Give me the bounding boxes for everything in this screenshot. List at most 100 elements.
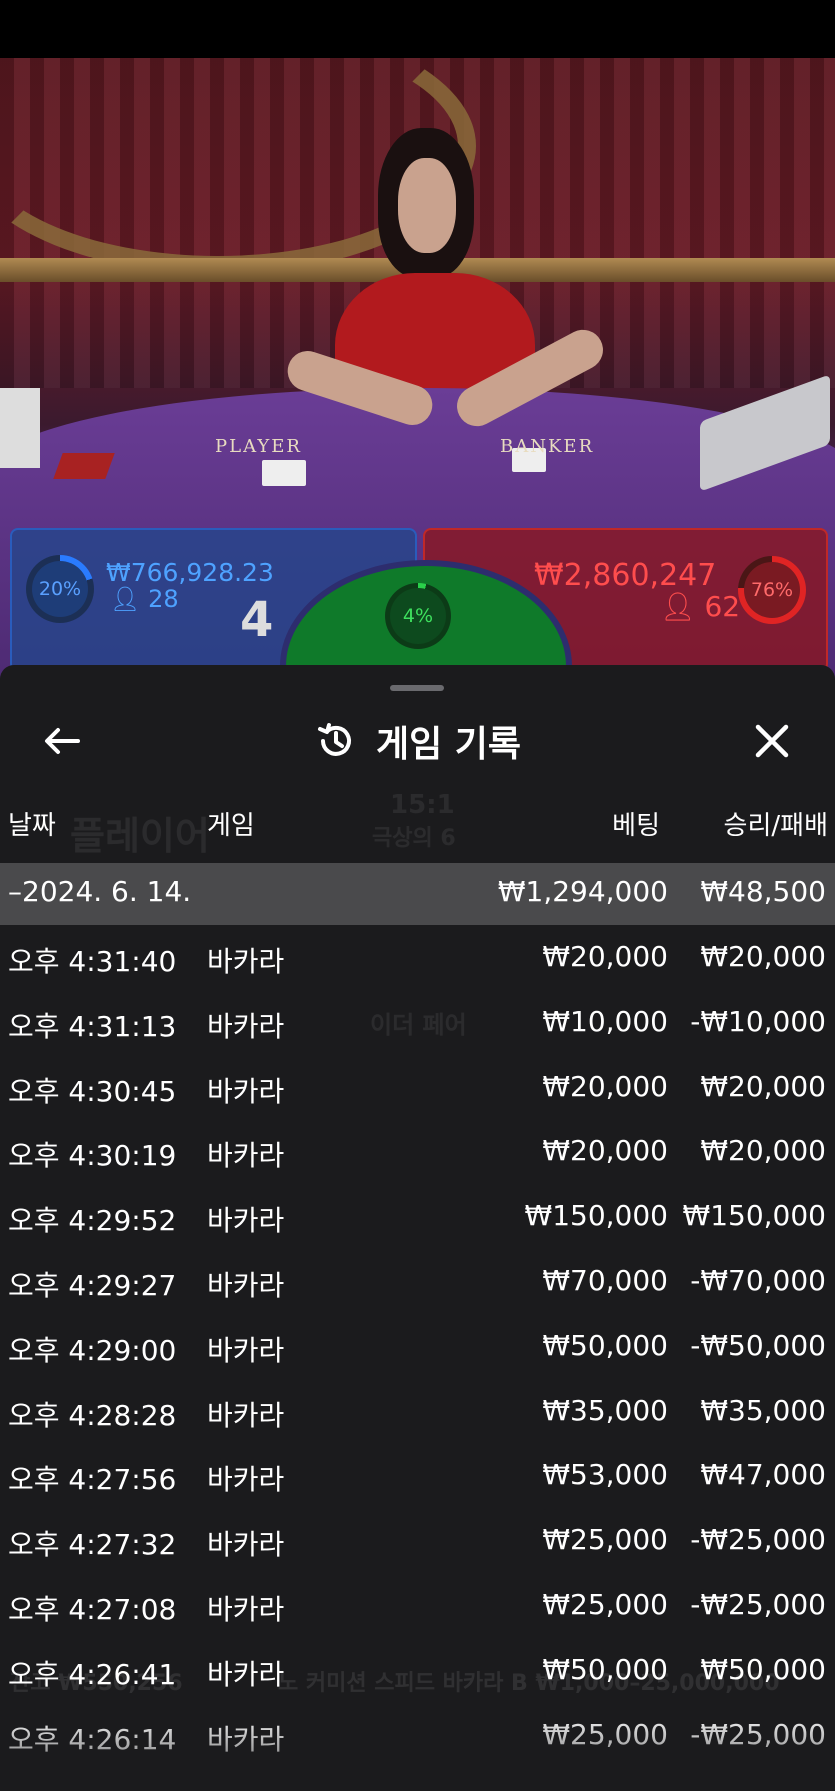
person-icon: 👤︎ (660, 590, 696, 623)
row-bet: ₩150,000 (524, 1199, 668, 1233)
row-time: 오후 4:27:32 (8, 1528, 177, 1562)
row-bet: ₩20,000 (542, 1134, 668, 1168)
history-row[interactable]: 오후 4:30:19 바카라 ₩20,000 ₩20,000 (0, 1134, 835, 1184)
table-label-banker: BANKER (500, 436, 595, 457)
row-time: 오후 4:30:19 (8, 1139, 177, 1173)
date-summary-row[interactable]: –2024. 6. 14. ₩1,294,000 ₩48,500 (0, 863, 835, 925)
sheet-header: 게임 기록 (0, 711, 835, 771)
close-icon (755, 724, 789, 758)
history-row[interactable]: 오후 4:27:08 바카라 ₩25,000 -₩25,000 (0, 1588, 835, 1638)
row-result: ₩20,000 (700, 1134, 826, 1168)
row-game: 바카라 (207, 945, 285, 978)
ghost-odds-label: 극상의 6 (372, 826, 456, 851)
tie-percent: 4% (390, 588, 446, 644)
column-header-result: 승리/패배 (723, 811, 828, 841)
player-card (262, 460, 306, 486)
banker-count-value: 62 (704, 590, 741, 623)
row-bet: ₩10,000 (542, 1004, 668, 1038)
row-game: 바카라 (207, 1528, 285, 1562)
row-result: ₩35,000 (700, 1393, 826, 1427)
summary-date: –2024. 6. 14. (8, 875, 192, 908)
row-time: 오후 4:28:28 (8, 1398, 177, 1432)
history-row[interactable]: 오후 4:27:56 바카라 ₩53,000 ₩47,000 (0, 1458, 835, 1508)
row-time: 오후 4:30:45 (8, 1074, 177, 1108)
banker-bettor-count: 👤︎ 62 (660, 590, 740, 623)
row-result: ₩47,000 (700, 1458, 826, 1492)
row-bet: ₩50,000 (542, 1652, 668, 1686)
history-row[interactable]: 오후 4:28:28 바카라 ₩35,000 ₩35,000 (0, 1394, 835, 1444)
summary-bet: ₩1,294,000 (497, 875, 668, 908)
row-result: -₩50,000 (690, 1328, 826, 1362)
row-game: 바카라 (207, 1657, 285, 1691)
row-result: -₩10,000 (690, 1004, 826, 1038)
row-time: 오후 4:26:41 (8, 1657, 177, 1691)
row-bet: ₩20,000 (542, 940, 668, 973)
player-percent-ring: 20% (26, 555, 94, 623)
dealer-face (398, 158, 456, 253)
row-time: 오후 4:29:27 (8, 1269, 177, 1302)
row-bet: ₩25,000 (542, 1588, 668, 1621)
column-header-date: 날짜 (8, 811, 56, 841)
row-game: 바카라 (207, 1333, 285, 1367)
row-bet: ₩35,000 (542, 1393, 668, 1427)
column-header-game: 게임 (207, 811, 255, 841)
game-history-sheet: 플레이어 15:1 극상의 6 이더 페어 잔고 ₩550,256 노 커미션 … (0, 665, 835, 1791)
row-game: 바카라 (207, 1398, 285, 1432)
banker-bet-amount: ₩2,860,247 (534, 558, 717, 593)
row-bet: ₩50,000 (542, 1328, 668, 1362)
history-row[interactable]: 오후 4:29:52 바카라 ₩150,000 ₩150,000 (0, 1199, 835, 1249)
red-card (53, 453, 115, 479)
player-count-value: 28 (148, 585, 179, 613)
row-game: 바카라 (207, 1269, 285, 1302)
banker-percent-ring: 76% (738, 556, 806, 624)
row-game: 바카라 (207, 1074, 285, 1108)
history-row[interactable]: 오후 4:29:00 바카라 ₩50,000 -₩50,000 (0, 1329, 835, 1379)
row-game: 바카라 (207, 1139, 285, 1173)
sheet-title: 게임 기록 (375, 724, 521, 765)
row-result: ₩20,000 (700, 940, 826, 973)
row-result: ₩150,000 (682, 1199, 826, 1233)
row-game: 바카라 (207, 1204, 285, 1238)
player-bet-amount: ₩766,928.23 (106, 558, 274, 587)
tie-percent-ring: 4% (385, 583, 451, 649)
history-row[interactable]: 오후 4:30:45 바카라 ₩20,000 ₩20,000 (0, 1070, 835, 1120)
history-icon (317, 723, 351, 756)
column-header-bet: 베팅 (612, 811, 660, 841)
row-bet: ₩25,000 (542, 1523, 668, 1557)
discard-pile (0, 388, 40, 468)
row-result: ₩50,000 (700, 1652, 826, 1686)
row-result: ₩20,000 (700, 1069, 826, 1103)
row-result: -₩25,000 (690, 1588, 826, 1621)
ghost-player-label: 플레이어 (70, 814, 210, 858)
row-bet: ₩70,000 (542, 1264, 668, 1297)
person-icon: 👤︎ (110, 585, 141, 613)
table-label-player: PLAYER (215, 436, 302, 457)
history-row[interactable]: 오후 4:29:27 바카라 ₩70,000 -₩70,000 (0, 1264, 835, 1314)
history-row[interactable]: 오후 4:26:41 바카라 ₩50,000 ₩50,000 (0, 1653, 835, 1703)
ghost-odds: 15:1 (390, 790, 455, 820)
player-score: 4 (240, 592, 274, 648)
banker-percent: 76% (744, 562, 800, 618)
row-game: 바카라 (207, 1463, 285, 1497)
row-bet: ₩20,000 (542, 1069, 668, 1103)
player-bettor-count: 👤︎ 28 (110, 585, 179, 613)
row-time: 오후 4:31:13 (8, 1009, 177, 1043)
history-row[interactable]: 오후 4:31:40 바카라 ₩20,000 ₩20,000 (0, 940, 835, 990)
row-time: 오후 4:27:08 (8, 1593, 177, 1626)
close-button[interactable] (742, 711, 802, 771)
drag-handle[interactable] (390, 685, 444, 691)
player-percent: 20% (32, 561, 88, 617)
row-time: 오후 4:31:40 (8, 945, 177, 978)
row-time: 오후 4:27:56 (8, 1463, 177, 1497)
bottom-fade (0, 1711, 835, 1791)
row-time: 오후 4:29:00 (8, 1333, 177, 1367)
row-result: -₩25,000 (690, 1523, 826, 1557)
summary-result: ₩48,500 (700, 875, 826, 908)
row-game: 바카라 (207, 1593, 285, 1626)
history-row[interactable]: 오후 4:27:32 바카라 ₩25,000 -₩25,000 (0, 1523, 835, 1573)
row-bet: ₩53,000 (542, 1458, 668, 1492)
row-game: 바카라 (207, 1009, 285, 1043)
row-time: 오후 4:29:52 (8, 1204, 177, 1238)
row-result: -₩70,000 (690, 1264, 826, 1297)
history-row[interactable]: 오후 4:31:13 바카라 ₩10,000 -₩10,000 (0, 1005, 835, 1055)
